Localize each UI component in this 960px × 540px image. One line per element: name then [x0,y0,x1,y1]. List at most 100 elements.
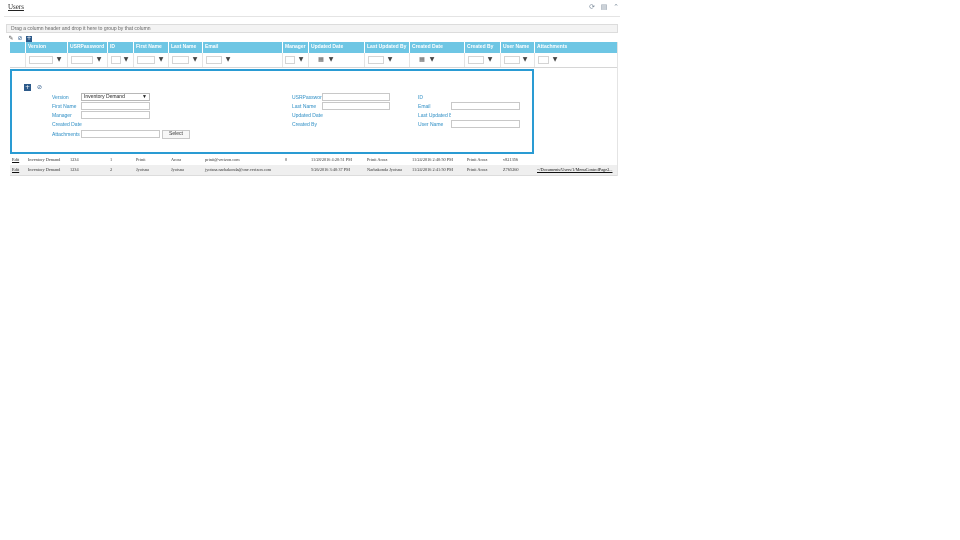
label-created-date: Created Date [52,122,82,128]
cell-created-date: 11/24/2016 2:40:50 PM [412,157,453,162]
cell-created-by: Prinit Arora [467,157,488,162]
col-header-manager[interactable]: Manager [283,42,309,53]
manager-field[interactable] [81,111,150,119]
filter-icon[interactable]: ▼ [486,56,494,64]
select-button[interactable]: Select [162,130,190,139]
cell-last-updated-by: Prinit Arora [367,157,388,162]
col-header-created-date[interactable]: Created Date [410,42,465,53]
grid-header: Version USRPassword ID First Name Last N… [10,42,618,53]
cell-usrpassword: 1234 [70,157,79,162]
filter-input-manager[interactable] [285,56,295,64]
filter-cell-manager: ▼ [283,53,309,67]
calendar-icon[interactable]: ▦ [317,56,325,64]
label-version: Version [52,95,69,101]
filter-input-user-name[interactable] [504,56,520,64]
col-header-first-name[interactable]: First Name [134,42,169,53]
cell-manager [283,165,309,175]
col-header-last-updated-by[interactable]: Last Updated By [365,42,410,53]
filter-cell-attachments: ▼ [535,53,618,67]
filter-icon[interactable]: ▼ [386,56,394,64]
filter-icon[interactable]: ▼ [521,56,529,64]
col-header-email[interactable]: Email [203,42,283,53]
filter-icon[interactable]: ▼ [55,56,63,64]
cell-user-name: Z765260 [503,167,519,172]
label-user-name: User Name [418,122,444,128]
col-header-version[interactable]: Version [26,42,68,53]
filter-icon[interactable]: ▼ [122,56,130,64]
filter-input-id[interactable] [111,56,121,64]
filter-icon[interactable]: ▼ [327,56,335,64]
user-name-field[interactable] [451,120,520,128]
filter-cell-created-date: ▦ ▼ [410,53,465,67]
calendar-icon[interactable]: ▦ [418,56,426,64]
attachments-field[interactable] [81,130,160,138]
filter-icon[interactable]: ▼ [428,56,436,64]
col-header-user-name[interactable]: User Name [501,42,535,53]
table-row: Edit Inventory Demand 1234 2 Jyotsna Jyo… [10,165,618,176]
filter-input-first-name[interactable] [137,56,155,64]
filter-input-usrpassword[interactable] [71,56,93,64]
cell-version: Inventory Demand [28,157,61,162]
cell-first-name: Jyotsna [136,167,149,172]
refresh-icon[interactable]: ⟳ [588,3,596,11]
cell-version: Inventory Demand [28,167,61,172]
version-select[interactable]: Inventory Demand ▼ [81,93,150,101]
col-header-last-name[interactable]: Last Name [169,42,203,53]
edit-link[interactable]: Edit [12,167,19,172]
label-attachments: Attachments [52,132,80,138]
col-header-updated-date[interactable]: Updated Date [309,42,365,53]
label-usrpassword: USRPassword [292,95,325,101]
cancel-icon[interactable]: ⊘ [36,84,43,91]
label-created-by: Created By [292,122,318,128]
first-name-field[interactable] [81,102,150,110]
cell-created-date: 11/24/2016 2:41:50 PM [412,167,453,172]
filter-input-attachments[interactable] [538,56,549,64]
col-header-id[interactable]: ID [108,42,134,53]
grid-right-border [617,42,618,176]
cell-updated-date: 11/28/2016 4:20:51 PM [311,157,352,162]
label-email: Email [418,104,431,110]
last-updated-by-field[interactable] [451,111,520,119]
cell-email: jyotsna.narbakonda@one.verizon.com [205,167,272,172]
col-header-attachments[interactable]: Attachments [535,42,618,53]
filter-input-email[interactable] [206,56,222,64]
filter-icon[interactable]: ▼ [224,56,232,64]
filter-input-version[interactable] [29,56,53,64]
filter-icon[interactable]: ▼ [297,56,305,64]
attachment-link[interactable]: ~/Documents/Users/1/MenuControlPage2... [537,167,612,172]
cell-id: 1 [110,157,113,162]
filter-icon[interactable]: ▼ [191,56,199,64]
add-icon[interactable]: + [24,84,31,91]
filter-icon[interactable]: ▼ [95,56,103,64]
filter-cell-user-name: ▼ [501,53,535,67]
col-header-usrpassword[interactable]: USRPassword [68,42,108,53]
panel-toolbar: ⟳ ▤ ⌃ [588,3,620,11]
cell-attachments [535,155,618,165]
version-select-value: Inventory Demand [84,94,125,100]
email-field[interactable] [451,102,520,110]
group-drop-panel[interactable]: Drag a column header and drop it here to… [6,24,618,33]
label-manager: Manager [52,113,72,119]
filter-cell-first-name: ▼ [134,53,169,67]
panel-title: Users [8,3,24,11]
divider [4,16,620,17]
filter-cell-last-name: ▼ [169,53,203,67]
cell-manager: 0 [285,157,288,162]
edit-link[interactable]: Edit [12,157,19,162]
filter-icon[interactable]: ▼ [157,56,165,64]
chevron-down-icon: ▼ [142,94,147,100]
filter-input-created-by[interactable] [468,56,484,64]
filter-input-last-updated-by[interactable] [368,56,384,64]
export-icon[interactable]: ▤ [600,3,608,11]
cell-usrpassword: 1234 [70,167,79,172]
usrpassword-field[interactable] [322,93,390,101]
filter-icon[interactable]: ▼ [551,56,559,64]
collapse-icon[interactable]: ⌃ [612,3,620,11]
last-name-field[interactable] [322,102,390,110]
filter-cell-version: ▼ [26,53,68,67]
edit-form: + ⊘ Version Inventory Demand ▼ First Nam… [10,69,534,154]
filter-input-last-name[interactable] [172,56,189,64]
cell-first-name: Prinit [136,157,146,162]
filter-cell-usrpassword: ▼ [68,53,108,67]
col-header-created-by[interactable]: Created By [465,42,501,53]
